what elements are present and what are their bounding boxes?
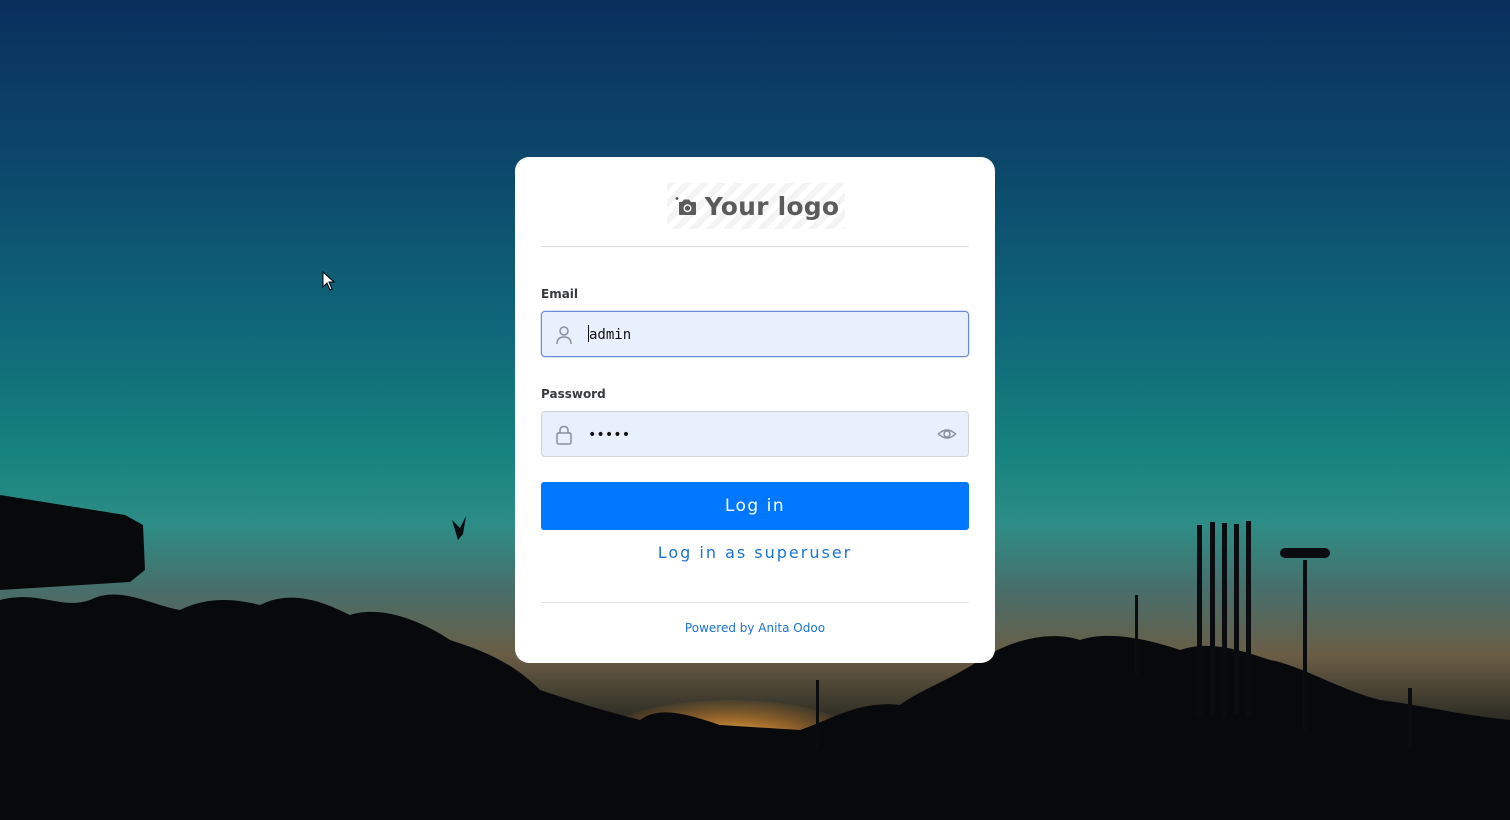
eye-icon[interactable] <box>937 424 957 444</box>
camera-plus-icon <box>675 197 696 215</box>
logo-area[interactable]: Your logo <box>667 183 845 229</box>
user-icon <box>556 326 572 345</box>
login-card: Your logo Email admin Password ••••• Log… <box>515 157 995 663</box>
email-value-wrap: admin <box>588 312 631 356</box>
lock-icon <box>556 425 572 445</box>
footer-divider <box>541 602 969 603</box>
email-field[interactable]: admin <box>541 311 969 357</box>
email-label: Email <box>541 287 579 301</box>
powered-by-link[interactable]: Powered by Anita Odoo <box>541 621 969 635</box>
email-value: admin <box>589 327 632 343</box>
password-value: ••••• <box>588 427 631 443</box>
login-button[interactable]: Log in <box>541 482 969 530</box>
header-divider <box>541 246 969 247</box>
superuser-link[interactable]: Log in as superuser <box>541 543 969 562</box>
password-field[interactable]: ••••• <box>541 411 969 457</box>
mouse-cursor-icon <box>322 271 336 291</box>
logo-text: Your logo <box>704 191 840 221</box>
password-label: Password <box>541 387 606 401</box>
